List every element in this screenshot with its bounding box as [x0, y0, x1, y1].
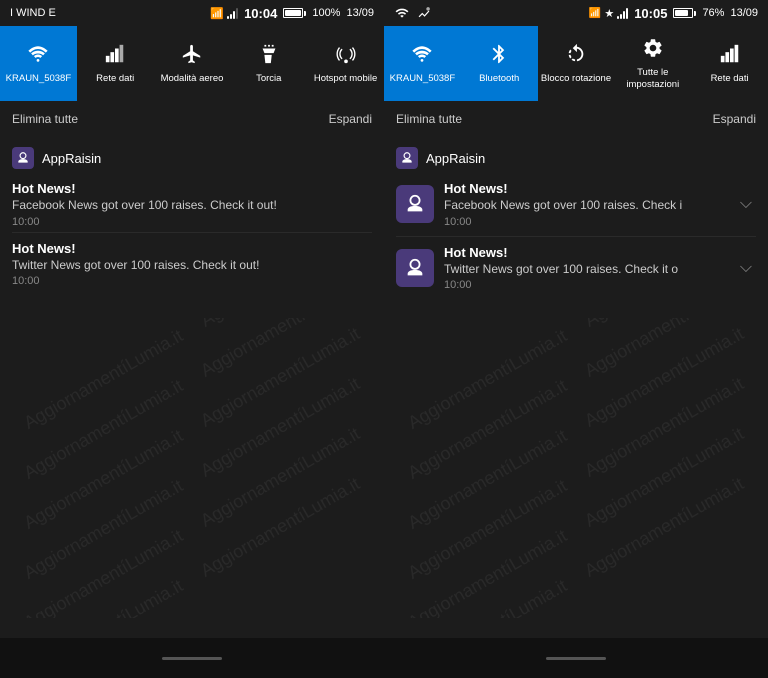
- watermark-left: AggiornamentíLumia.it AggiornamentíLumia…: [0, 318, 384, 618]
- right-phone-panel: 📶 ★ 10:05 76% 13/09 KRAUN_5038F: [384, 0, 768, 678]
- status-bar-right: 📶 ★ 10:05 76% 13/09: [384, 0, 768, 26]
- status-icons-left: 📶: [210, 7, 238, 20]
- appraisin-name-left: AppRaisin: [42, 151, 101, 166]
- signal-icon-right: [617, 7, 628, 19]
- battery-right: [673, 8, 696, 18]
- notif-content-2-right: Hot News! Twitter News got over 100 rais…: [444, 245, 726, 292]
- wifi-icon-left: [27, 43, 49, 69]
- notif-icon-1-right: [396, 185, 434, 223]
- notif-title-2-right: Hot News!: [444, 245, 726, 260]
- notification-group-right: AppRaisin Hot News! Facebook News got ov…: [384, 137, 768, 307]
- battery-pct-left: 100%: [312, 7, 340, 19]
- expand-arrow-1-right[interactable]: ⌵: [736, 191, 756, 217]
- rotation-icon-right: [565, 43, 587, 69]
- notif-header-left: AppRaisin: [12, 141, 372, 173]
- wifi-status-icon: 📶: [210, 7, 224, 20]
- notif-title-2-left: Hot News!: [12, 241, 372, 256]
- notif-item-2-left[interactable]: Hot News! Twitter News got over 100 rais…: [12, 233, 372, 292]
- qa-data-left[interactable]: Rete dati: [77, 26, 154, 101]
- qa-airplane-left[interactable]: Modalità aereo: [154, 26, 231, 101]
- wifi-icon-right: [411, 43, 433, 69]
- qa-hotspot-label-left: Hotspot mobile: [314, 73, 377, 84]
- expand-arrow-2-right[interactable]: ⌵: [736, 255, 756, 281]
- qa-bluetooth-right[interactable]: Bluetooth: [461, 26, 538, 101]
- qa-data-label-right: Rete dati: [711, 73, 749, 84]
- notif-body-1-right: Facebook News got over 100 raises. Check…: [444, 198, 726, 214]
- status-bar-left: I WIND E 📶 10:04 100% 13/09: [0, 0, 384, 26]
- qa-rotation-label-right: Blocco rotazione: [541, 73, 611, 84]
- notif-title-1-right: Hot News!: [444, 181, 726, 196]
- notif-time-2-right: 10:00: [444, 279, 726, 291]
- expand-left[interactable]: Espandi: [329, 112, 372, 126]
- left-phone-panel: I WIND E 📶 10:04 100% 13/09 KRAUN_5038F: [0, 0, 384, 678]
- notif-content-1-right: Hot News! Facebook News got over 100 rai…: [444, 181, 726, 228]
- delete-all-left[interactable]: Elimina tutte: [12, 112, 78, 126]
- notif-body-2-right: Twitter News got over 100 raises. Check …: [444, 262, 726, 278]
- date-right: 13/09: [730, 7, 758, 19]
- quick-actions-right: KRAUN_5038F Bluetooth Blocco rotazione T…: [384, 26, 768, 101]
- appraisin-name-right: AppRaisin: [426, 151, 485, 166]
- battery-left: [283, 8, 306, 18]
- qa-wifi-label-left: KRAUN_5038F: [6, 73, 71, 84]
- notification-group-left: AppRaisin Hot News! Facebook News got ov…: [0, 137, 384, 299]
- signal-icon-qa-left: [104, 43, 126, 69]
- signal-icon-qa-right: [719, 43, 741, 69]
- appraisin-icon-right: [396, 147, 418, 169]
- wifi-status-icon-right: 📶: [589, 8, 601, 19]
- notif-body-2-left: Twitter News got over 100 raises. Check …: [12, 258, 372, 274]
- appraisin-icon-left: [12, 147, 34, 169]
- bt-status-icon: ★: [604, 7, 614, 20]
- status-right-right: 📶 ★ 10:05 76% 13/09: [589, 6, 758, 21]
- date-left: 13/09: [346, 7, 374, 19]
- qa-torch-label-left: Torcia: [256, 73, 281, 84]
- status-right-left: 📶 10:04 100% 13/09: [210, 6, 374, 21]
- qa-data-label-left: Rete dati: [96, 73, 134, 84]
- battery-pct-right: 76%: [702, 7, 724, 19]
- qa-airplane-label-left: Modalità aereo: [161, 73, 224, 84]
- torch-icon-left: [258, 43, 280, 69]
- notif-time-1-right: 10:00: [444, 216, 726, 228]
- signal-icon-left: [227, 7, 238, 19]
- qa-wifi-right[interactable]: KRAUN_5038F: [384, 26, 461, 101]
- qa-data-right[interactable]: Rete dati: [691, 26, 768, 101]
- bottom-line-left: [162, 657, 222, 660]
- qa-wifi-left[interactable]: KRAUN_5038F: [0, 26, 77, 101]
- qa-hotspot-left[interactable]: Hotspot mobile: [307, 26, 384, 101]
- notif-time-2-left: 10:00: [12, 275, 372, 287]
- bottom-bar-right: [384, 638, 768, 678]
- notif-icon-2-right: [396, 249, 434, 287]
- qa-rotation-right[interactable]: Blocco rotazione: [538, 26, 615, 101]
- expand-right[interactable]: Espandi: [713, 112, 756, 126]
- action-bar-left: Elimina tutte Espandi: [0, 101, 384, 137]
- bluetooth-icon-right: [488, 43, 510, 69]
- notif-body-1-left: Facebook News got over 100 raises. Check…: [12, 198, 372, 214]
- notif-item-1-left[interactable]: Hot News! Facebook News got over 100 rai…: [12, 173, 372, 233]
- notif-title-1-left: Hot News!: [12, 181, 372, 196]
- notif-item-1-right[interactable]: Hot News! Facebook News got over 100 rai…: [396, 173, 756, 237]
- time-right: 10:05: [634, 6, 667, 21]
- quick-actions-left: KRAUN_5038F Rete dati Modalità aereo Tor…: [0, 26, 384, 101]
- carrier-left: I WIND E: [10, 7, 56, 19]
- notif-header-right: AppRaisin: [396, 141, 756, 173]
- delete-all-right[interactable]: Elimina tutte: [396, 112, 462, 126]
- qa-settings-right[interactable]: Tutte le impostazioni: [614, 26, 691, 101]
- status-icons-right: 📶 ★: [589, 7, 628, 20]
- qa-bluetooth-label-right: Bluetooth: [479, 73, 519, 84]
- action-bar-right: Elimina tutte Espandi: [384, 101, 768, 137]
- hotspot-icon-left: [335, 43, 357, 69]
- qa-torch-left[interactable]: Torcia: [230, 26, 307, 101]
- notif-time-1-left: 10:00: [12, 216, 372, 228]
- airplane-icon-left: [181, 43, 203, 69]
- qa-settings-label-right: Tutte le impostazioni: [616, 67, 689, 90]
- watermark-right: AggiornamentíLumia.it AggiornamentíLumia…: [384, 318, 768, 618]
- notif-item-2-right[interactable]: Hot News! Twitter News got over 100 rais…: [396, 237, 756, 300]
- carrier-right: [394, 6, 435, 20]
- time-left: 10:04: [244, 6, 277, 21]
- settings-icon-right: [642, 37, 664, 63]
- qa-wifi-label-right: KRAUN_5038F: [390, 73, 455, 84]
- bottom-line-right: [546, 657, 606, 660]
- bottom-bar-left: [0, 638, 384, 678]
